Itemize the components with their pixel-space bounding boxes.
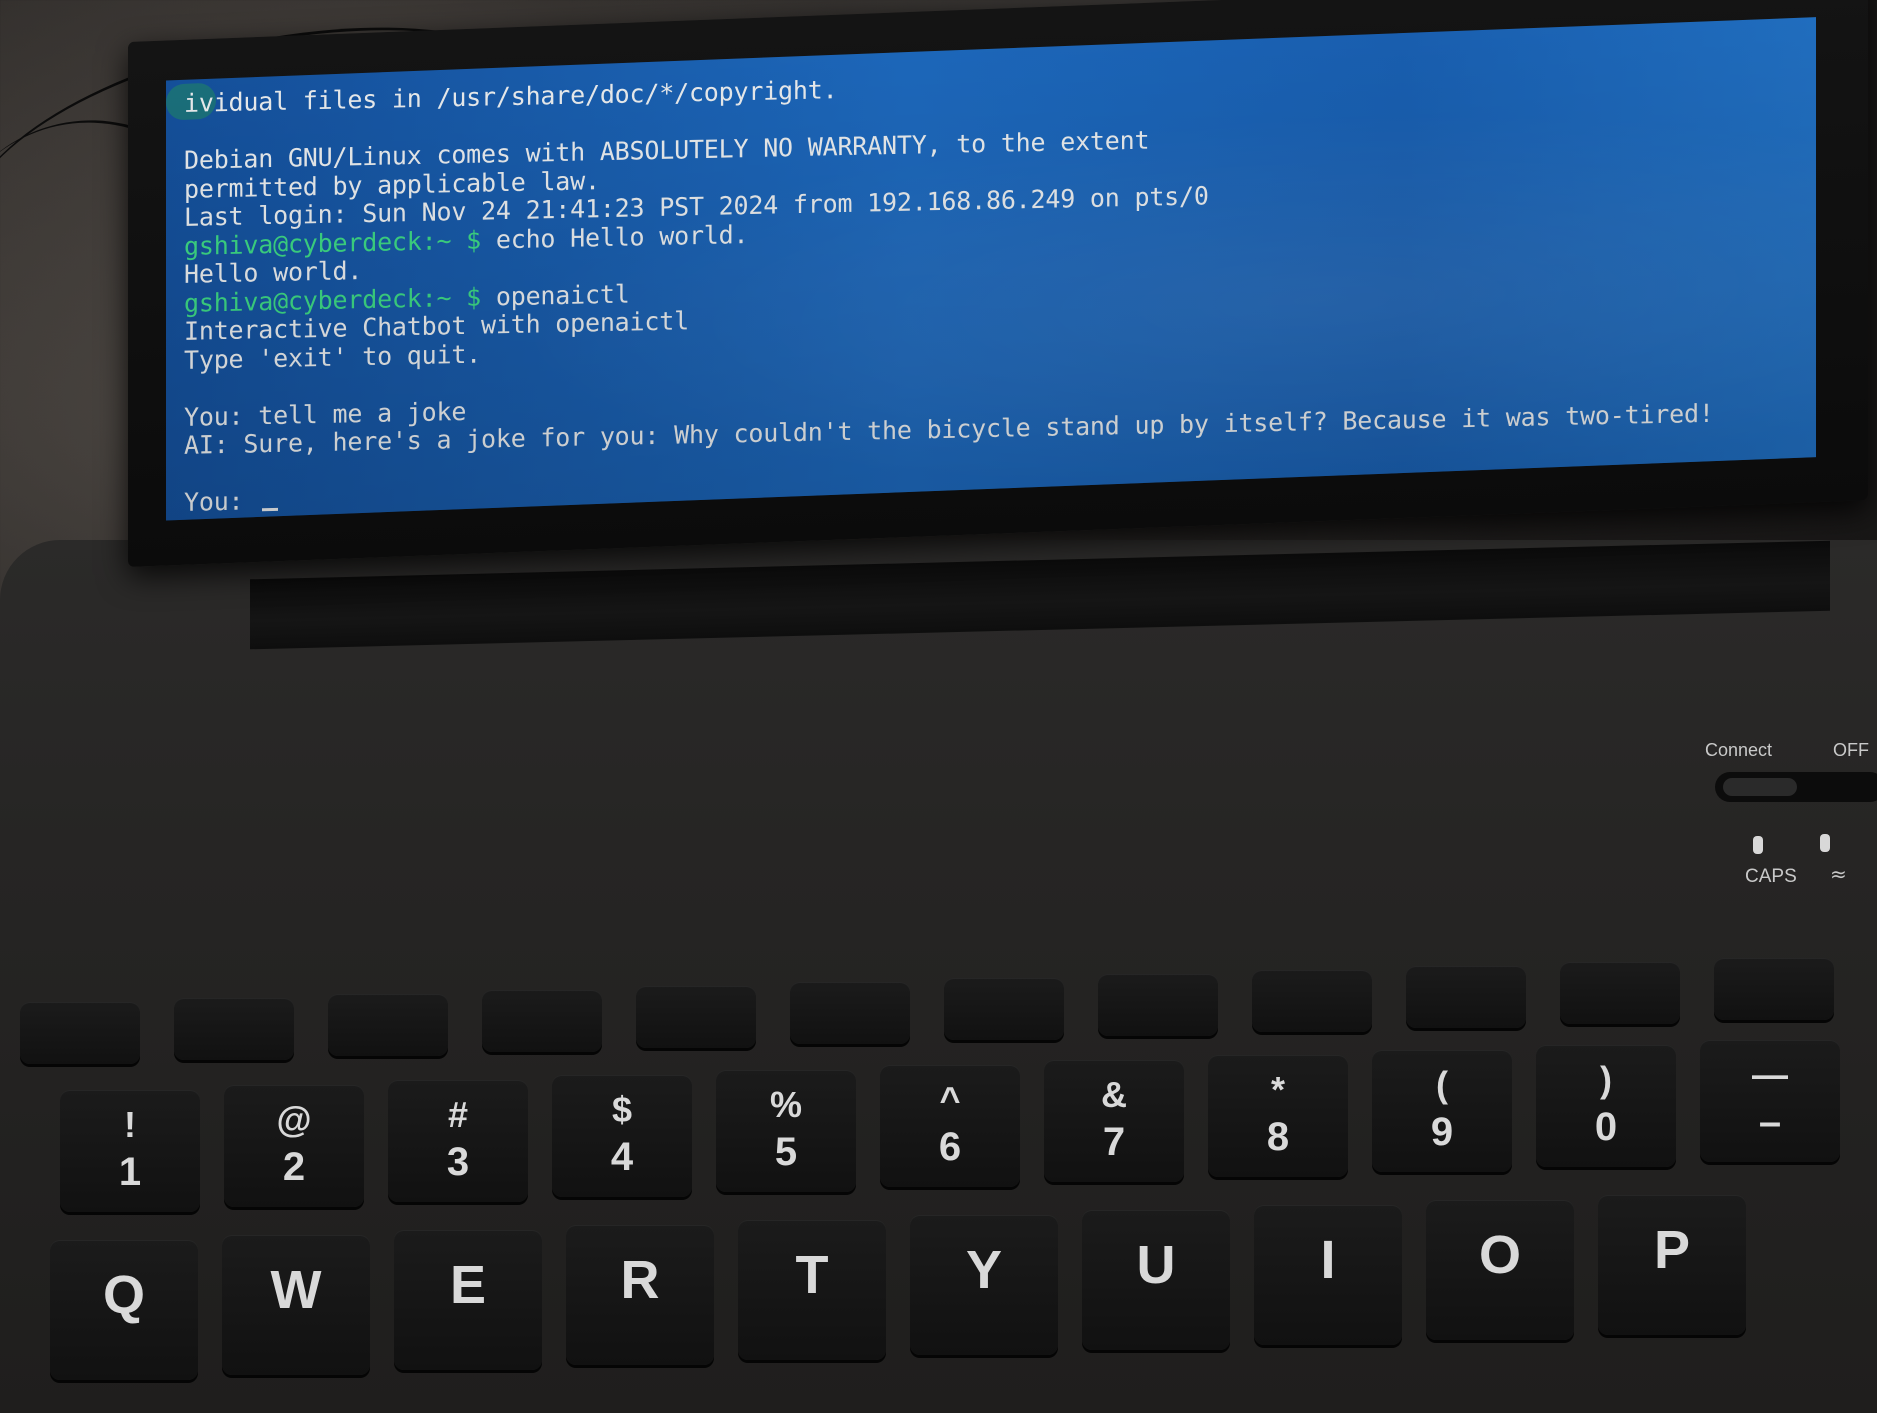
function-key[interactable] (174, 998, 294, 1060)
letter-key-r[interactable]: R (566, 1225, 714, 1365)
letter-key-y[interactable]: Y (910, 1215, 1058, 1355)
letter-key-p[interactable]: P (1598, 1195, 1746, 1335)
text-cursor (262, 507, 279, 512)
letter-key-q[interactable]: Q (50, 1240, 198, 1380)
number-key-6[interactable]: ^ 6 (880, 1065, 1020, 1187)
number-key-5[interactable]: % 5 (716, 1070, 856, 1192)
terminal-text: Hello world. (184, 256, 363, 289)
shell-prompt: gshiva@cyberdeck:~ $ (184, 225, 482, 261)
function-key[interactable] (1252, 970, 1372, 1032)
key-letter: W (270, 1260, 322, 1320)
letter-key-w[interactable]: W (222, 1235, 370, 1375)
wireless-led (1820, 834, 1830, 852)
key-letter: Q (102, 1265, 145, 1325)
key-primary-symbol: 0 (1594, 1105, 1618, 1149)
terminal-text: echo Hello world. (481, 219, 749, 255)
letter-key-u[interactable]: U (1082, 1210, 1230, 1350)
key-shift-symbol: ( (1436, 1064, 1448, 1105)
connect-label: Connect (1705, 740, 1773, 760)
key-primary-symbol: 7 (1102, 1120, 1126, 1164)
key-primary-symbol: 9 (1430, 1110, 1454, 1154)
key-primary-symbol: 8 (1266, 1115, 1290, 1159)
key-primary-symbol: 1 (118, 1150, 142, 1194)
function-key[interactable] (328, 994, 448, 1056)
key-letter: Y (965, 1240, 1003, 1300)
key-shift-symbol: ! (124, 1104, 136, 1145)
key-letter: T (795, 1245, 829, 1305)
function-key[interactable] (1406, 966, 1526, 1028)
key-letter: R (620, 1250, 660, 1310)
number-key-11[interactable]: — – (1700, 1040, 1840, 1162)
key-primary-symbol: 4 (610, 1135, 634, 1179)
key-letter: U (1136, 1235, 1176, 1295)
key-letter: E (449, 1255, 487, 1315)
number-key-1[interactable]: ! 1 (60, 1090, 200, 1212)
off-label: OFF (1833, 740, 1869, 760)
number-key-8[interactable]: * 8 (1208, 1055, 1348, 1177)
caps-led (1753, 836, 1763, 854)
key-shift-symbol: * (1270, 1069, 1285, 1110)
key-primary-symbol: 5 (774, 1130, 798, 1174)
terminal-output: ividual files in /usr/share/doc/*/copyri… (184, 56, 1806, 517)
number-key-2[interactable]: @2 (224, 1085, 364, 1207)
key-primary-symbol: – (1758, 1100, 1782, 1144)
key-letter: P (1653, 1220, 1691, 1280)
wifi-icon: ≈ (1830, 862, 1847, 886)
number-key-4[interactable]: $4 (552, 1075, 692, 1197)
function-key[interactable] (1714, 958, 1834, 1020)
letter-key-o[interactable]: O (1426, 1200, 1574, 1340)
letter-key-t[interactable]: T (738, 1220, 886, 1360)
key-shift-symbol: $ (611, 1089, 633, 1130)
terminal-text: Type 'exit' to quit. (184, 339, 482, 375)
letter-key-i[interactable]: I (1254, 1205, 1402, 1345)
function-key[interactable] (1560, 962, 1680, 1024)
key-shift-symbol: ) (1600, 1059, 1612, 1100)
number-key-3[interactable]: #3 (388, 1080, 528, 1202)
key-primary-symbol: 2 (282, 1145, 306, 1189)
terminal-text: openaictl (481, 279, 630, 312)
key-primary-symbol: 6 (938, 1125, 962, 1169)
number-key-7[interactable]: & 7 (1044, 1060, 1184, 1182)
function-key[interactable] (944, 978, 1064, 1040)
key-shift-symbol: — (1752, 1054, 1788, 1095)
monitor: ividual files in /usr/share/doc/*/copyri… (128, 0, 1868, 567)
function-key[interactable] (1098, 974, 1218, 1036)
key-shift-symbol: ^ (939, 1079, 961, 1120)
terminal-text: You: (184, 486, 259, 517)
caps-label: CAPS (1745, 866, 1797, 887)
number-key-10[interactable]: ) 0 (1536, 1045, 1676, 1167)
function-key[interactable] (20, 1002, 140, 1064)
function-key[interactable] (790, 982, 910, 1044)
function-key[interactable] (636, 986, 756, 1048)
power-switch[interactable] (1715, 772, 1877, 802)
key-letter: I (1320, 1230, 1336, 1290)
power-switch-knob[interactable] (1723, 778, 1797, 796)
letter-key-e[interactable]: E (394, 1230, 542, 1370)
number-key-9[interactable]: (9 (1372, 1050, 1512, 1172)
key-shift-symbol: @ (276, 1099, 312, 1140)
key-shift-symbol: % (769, 1084, 802, 1125)
function-key[interactable] (482, 990, 602, 1052)
terminal-screen[interactable]: ividual files in /usr/share/doc/*/copyri… (166, 17, 1816, 521)
key-shift-symbol: # (447, 1094, 469, 1135)
key-primary-symbol: 3 (446, 1140, 470, 1184)
key-letter: O (1478, 1225, 1521, 1285)
key-shift-symbol: & (1101, 1074, 1127, 1115)
